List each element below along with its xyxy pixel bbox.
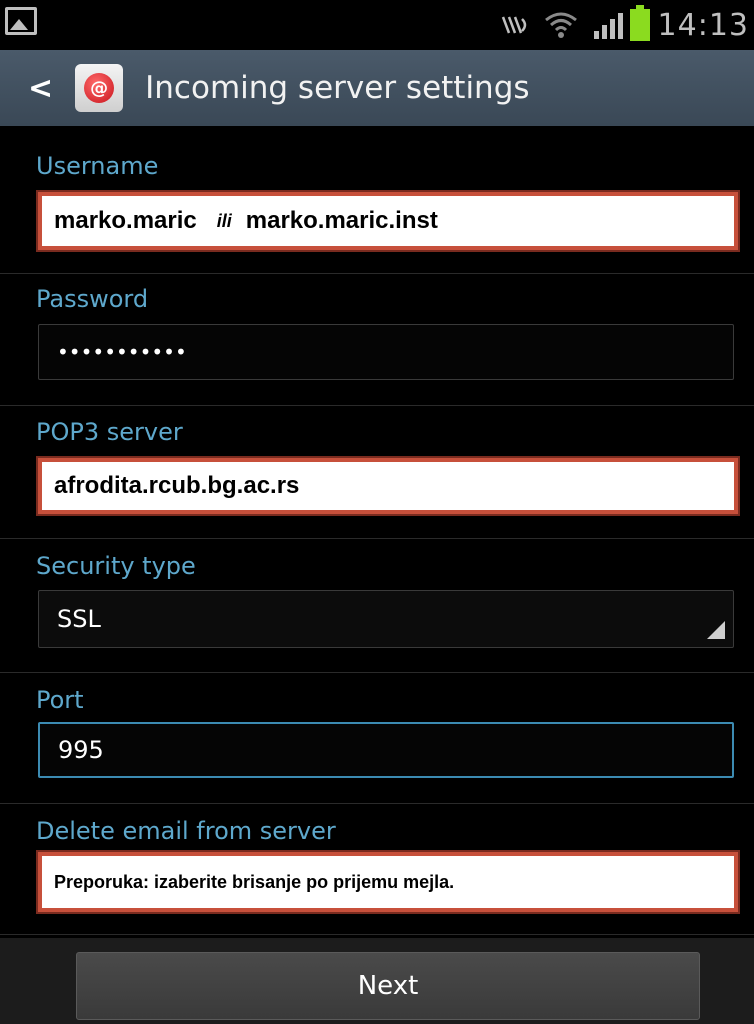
password-value: ••••••••••• (57, 340, 187, 364)
divider (0, 538, 754, 539)
port-label: Port (36, 686, 84, 714)
email-app-icon[interactable]: @ (75, 64, 124, 112)
divider (0, 273, 754, 274)
pop3-server-value: afrodita.rcub.bg.ac.rs (54, 472, 300, 499)
pop3-server-field[interactable]: afrodita.rcub.bg.ac.rs (38, 458, 738, 514)
battery-icon (629, 5, 650, 41)
port-value: 995 (58, 736, 104, 764)
divider (0, 672, 754, 673)
wifi-icon (544, 12, 577, 38)
dropdown-arrow-icon (707, 621, 725, 639)
action-bar: < @ Incoming server settings (0, 50, 754, 126)
port-field[interactable]: 995 (38, 722, 734, 778)
pop3-server-label: POP3 server (36, 418, 183, 446)
username-label: Username (36, 152, 159, 180)
delete-email-label: Delete email from server (36, 817, 336, 845)
security-type-value: SSL (57, 605, 101, 633)
password-label: Password (36, 285, 149, 313)
username-separator: ili (216, 210, 232, 231)
divider (0, 803, 754, 804)
gallery-icon (5, 7, 37, 35)
password-field[interactable]: ••••••••••• (38, 324, 734, 380)
at-sign-icon: @ (84, 73, 115, 103)
back-icon[interactable]: < (28, 71, 53, 106)
divider (0, 405, 754, 406)
username-value-1: marko.maric (54, 207, 197, 234)
security-type-dropdown[interactable]: SSL (38, 590, 734, 648)
username-value-2: marko.maric.inst (245, 207, 438, 234)
divider (0, 934, 754, 935)
status-bar: 14:13 (0, 0, 754, 50)
next-button[interactable]: Next (76, 952, 700, 1020)
delete-email-note: Preporuka: izaberite brisanje po prijemu… (54, 871, 455, 892)
bottom-bar: Next (0, 938, 754, 1024)
status-icons: 14:13 (500, 5, 749, 44)
page-title: Incoming server settings (145, 70, 530, 106)
signal-icon (593, 13, 623, 39)
clock: 14:13 (657, 7, 749, 43)
delete-email-dropdown[interactable]: Preporuka: izaberite brisanje po prijemu… (38, 852, 738, 912)
nfc-icon (501, 16, 526, 34)
username-field[interactable]: marko.maric ili marko.maric.inst (38, 192, 738, 250)
security-type-label: Security type (36, 552, 196, 580)
